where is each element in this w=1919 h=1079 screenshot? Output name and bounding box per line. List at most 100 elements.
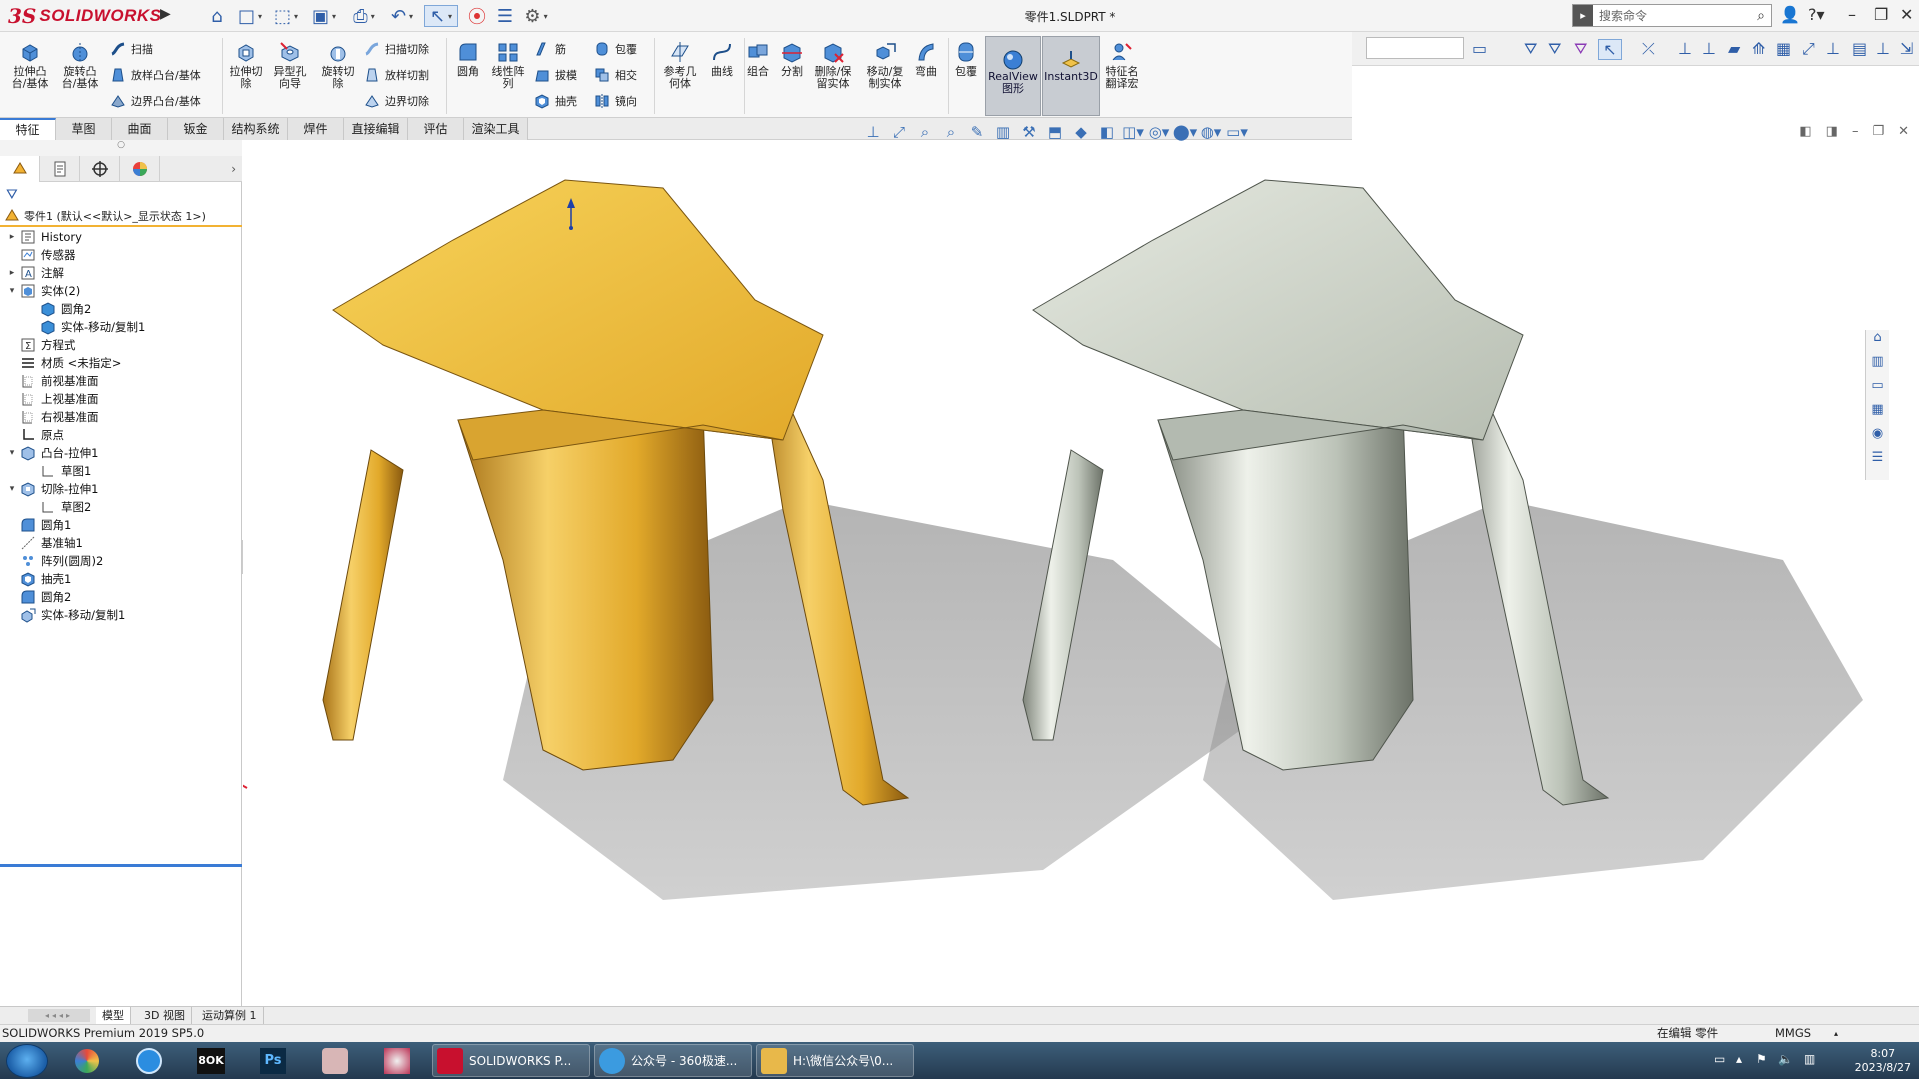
tree-filter-icon[interactable]: ⛛: [6, 187, 18, 203]
mirror-button[interactable]: 镜向: [594, 90, 637, 112]
configurationmanager-tab[interactable]: [80, 156, 120, 182]
featuremanager-tab[interactable]: [0, 156, 40, 182]
unit-dropdown-icon[interactable]: ▴: [1834, 1025, 1838, 1042]
flex-button[interactable]: 弯曲: [904, 40, 948, 110]
doc-close-icon[interactable]: ✕: [1898, 124, 1909, 139]
boundary-cut-button[interactable]: 边界切除: [364, 90, 429, 112]
graphics-area[interactable]: ⌂ ▥ ▭ ▦ ◉ ☰: [243, 140, 1889, 1006]
tab-render-tools[interactable]: 渲染工具: [464, 118, 528, 140]
search-input[interactable]: 搜索命令: [1593, 7, 1751, 24]
app-pinned-6-icon[interactable]: [374, 1045, 420, 1076]
tree-root-part[interactable]: 零件1 (默认<<默认>_显示状态 1>): [0, 207, 242, 227]
sweep-button[interactable]: 扫描: [110, 38, 153, 60]
filter-axes-icon[interactable]: ⟰: [1752, 39, 1765, 58]
clear-filters-icon[interactable]: ⤫: [1642, 39, 1655, 59]
tree-item-origin[interactable]: 原点: [6, 425, 64, 445]
tree-item-sketch[interactable]: 草图1: [26, 461, 91, 481]
filter-dimension-icon[interactable]: ▤: [1852, 39, 1867, 58]
swept-cut-button[interactable]: 扫描切除: [364, 38, 429, 60]
home-icon[interactable]: ⌂: [206, 5, 228, 27]
minimize-icon[interactable]: –: [1848, 5, 1856, 24]
network-icon[interactable]: ▥: [1804, 1052, 1815, 1066]
taskbar-window-browser[interactable]: 公众号 - 360极速...: [594, 1044, 752, 1077]
doc-minimize-icon[interactable]: –: [1852, 124, 1859, 139]
linear-pattern-button[interactable]: 线性阵 列: [486, 40, 530, 110]
undo-icon[interactable]: ↶ ▾: [386, 5, 418, 27]
open-document-icon[interactable]: ⬚ ▾: [270, 5, 302, 27]
tree-item-boss-extrude[interactable]: ▾ 凸台-拉伸1: [6, 443, 98, 463]
filter-sketch-icon[interactable]: ⊥: [1702, 39, 1716, 58]
filter-annotation-icon[interactable]: ⊥: [1876, 39, 1890, 58]
filter-vertices-icon[interactable]: ⊥: [1678, 39, 1692, 58]
tree-item-move-copy[interactable]: 实体-移动/复制1: [6, 605, 125, 625]
tree-item-fillet[interactable]: 圆角2: [6, 587, 71, 607]
filter-bodies-icon[interactable]: ▦: [1776, 39, 1791, 58]
doc-restore-icon[interactable]: ❐: [1872, 124, 1884, 139]
file-properties-icon[interactable]: ☰: [494, 5, 516, 27]
solidworks-logo[interactable]: 3S SOLIDWORKS: [8, 3, 161, 29]
feature-translator-button[interactable]: 特征名 翻译宏: [1100, 40, 1144, 110]
expand-toggle-icon[interactable]: ▾: [6, 448, 18, 458]
expand-panel-arrow-icon[interactable]: ›: [160, 156, 242, 181]
loft-boss-button[interactable]: 放样凸台/基体: [110, 64, 201, 86]
filter-more-icon[interactable]: ⇲: [1900, 39, 1913, 58]
delete-keep-body-button[interactable]: 删除/保 留实体: [808, 40, 858, 110]
tab-direct-editing[interactable]: 直接编辑: [344, 118, 408, 140]
revolve-boss-button[interactable]: 旋转凸 台/基体: [58, 40, 102, 110]
expand-toggle-icon[interactable]: ▸: [6, 268, 18, 278]
restore-icon[interactable]: ❐: [1874, 5, 1888, 24]
tree-item-plane[interactable]: 前视基准面: [6, 371, 99, 391]
select-mode-icon[interactable]: ↖: [1598, 39, 1622, 60]
flag-icon[interactable]: ⚑: [1756, 1052, 1767, 1066]
tree-item-shell[interactable]: 抽壳1: [6, 569, 71, 589]
traffic-light-icon[interactable]: ⦿: [466, 5, 488, 28]
boundary-boss-button[interactable]: 边界凸台/基体: [110, 90, 201, 112]
zoom-to-area-icon[interactable]: ⌕: [912, 123, 938, 141]
app-pinned-3-icon[interactable]: 8OK: [188, 1045, 234, 1076]
tree-item-sensor[interactable]: 传感器: [6, 245, 76, 265]
tab-scroll-arrows-icon[interactable]: ◂◂◂▸: [28, 1009, 90, 1022]
realview-button[interactable]: RealView 图形: [985, 36, 1041, 116]
draft-button[interactable]: 拔模: [534, 64, 577, 86]
tab-3d-view[interactable]: 3D 视图: [138, 1007, 192, 1024]
photoshop-icon[interactable]: Ps: [250, 1045, 296, 1076]
tree-item-circular-pattern[interactable]: 阵列(圆周)2: [6, 551, 103, 571]
rib-button[interactable]: 筋: [534, 38, 566, 60]
search-icon[interactable]: ⌕: [1751, 8, 1771, 24]
fillet-button[interactable]: 圆角: [446, 40, 490, 110]
tray-expand-icon[interactable]: ▴: [1736, 1052, 1742, 1066]
panel-toggle-left-icon[interactable]: ◧: [1799, 124, 1811, 139]
volume-icon[interactable]: 🔈: [1778, 1052, 1793, 1066]
edit-appearance-icon[interactable]: ◫▾: [1120, 123, 1146, 141]
tab-structure-system[interactable]: 结构系统: [224, 118, 288, 140]
filter-icon[interactable]: ⛛: [1524, 39, 1537, 59]
extrude-cut-button[interactable]: 拉伸切 除: [224, 40, 268, 110]
home-icon[interactable]: ⌂: [1869, 330, 1887, 350]
expand-toggle-icon[interactable]: ▾: [6, 484, 18, 494]
print-icon[interactable]: ⎙ ▾: [348, 5, 380, 27]
clock[interactable]: 8:07 2023/8/27: [1855, 1047, 1911, 1075]
extrude-boss-button[interactable]: 拉伸凸 台/基体: [8, 40, 52, 110]
filter-planes-icon[interactable]: ▰: [1728, 39, 1740, 58]
rollback-bar[interactable]: [0, 864, 242, 867]
lofted-cut-button[interactable]: 放样切割: [364, 64, 429, 86]
tab-weldments[interactable]: 焊件: [288, 118, 344, 140]
hide-show-icon[interactable]: ◧: [1094, 123, 1120, 141]
section-view-icon[interactable]: ✎: [964, 123, 990, 141]
tree-item-equation[interactable]: Σ 方程式: [6, 335, 76, 355]
hole-wizard-button[interactable]: 异型孔 向导: [268, 40, 312, 110]
app-pinned-1-icon[interactable]: [64, 1045, 110, 1076]
close-icon[interactable]: ✕: [1900, 5, 1913, 24]
tab-motion-study[interactable]: 运动算例 1: [196, 1007, 264, 1024]
filter-curves-icon[interactable]: ⤢: [1802, 39, 1815, 59]
propertymanager-tab[interactable]: [40, 156, 80, 182]
tree-item-solid-bodies[interactable]: ▾ 实体(2): [6, 281, 81, 301]
keyboard-icon[interactable]: ▭: [1714, 1052, 1725, 1066]
view-palette-icon[interactable]: ▦: [1869, 402, 1887, 422]
tree-item-annotation[interactable]: ▸ A 注解: [6, 263, 64, 283]
user-icon[interactable]: 👤: [1780, 5, 1800, 24]
new-document-icon[interactable]: □ ▾: [234, 5, 266, 27]
revolve-cut-button[interactable]: 旋转切 除: [316, 40, 360, 110]
menu-expand-arrow-icon[interactable]: ▶: [160, 6, 174, 26]
filter-edges-icon[interactable]: ⛛: [1548, 39, 1561, 59]
